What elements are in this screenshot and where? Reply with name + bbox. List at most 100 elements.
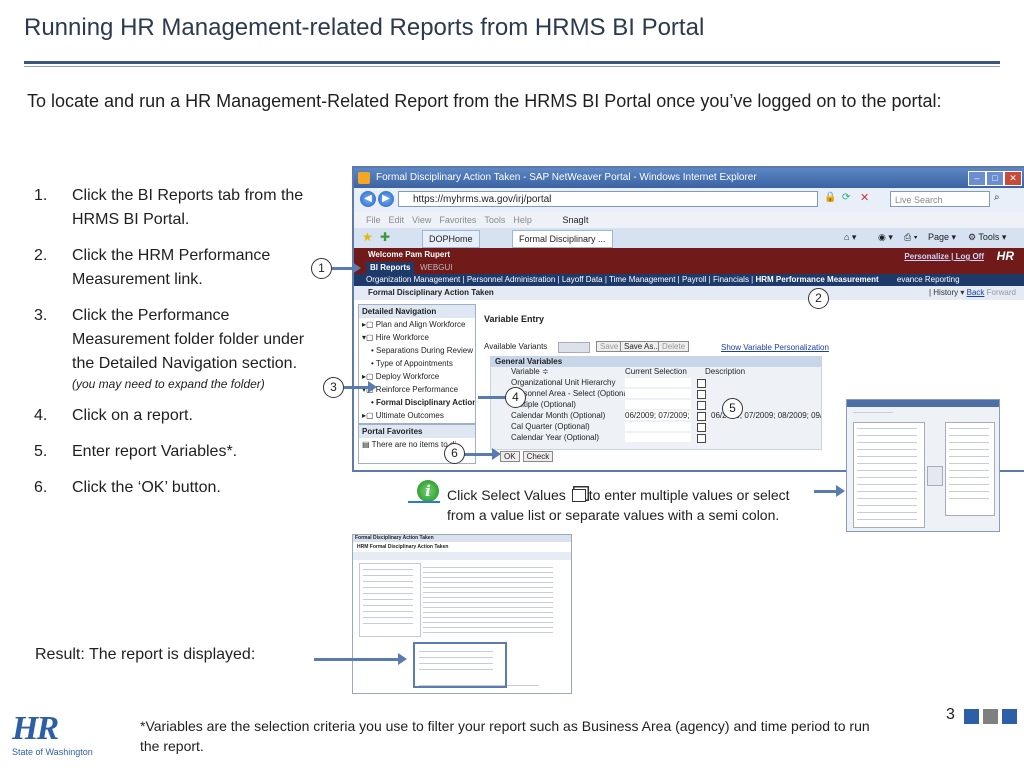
step-6: 6. Click the ‘OK’ button. (34, 479, 221, 496)
tab-bi-reports[interactable]: BI Reports (366, 262, 415, 274)
placeholder-line (949, 442, 989, 443)
maximize-icon[interactable]: □ (986, 171, 1004, 186)
step-5: 5. Enter report Variables*. (34, 443, 238, 460)
tab-hrm-performance[interactable]: HRM Performance Measurement (755, 275, 878, 284)
placeholder-line (857, 498, 917, 499)
stop-icon[interactable]: ✕ (860, 191, 869, 204)
menu-favorites[interactable]: Favorites (439, 215, 476, 225)
tools-menu[interactable]: ⚙ Tools ▾ (968, 232, 1006, 243)
portal-hr-logo: HR (996, 249, 1014, 263)
tab-dophome[interactable]: DOPHome (422, 230, 480, 248)
selection-field[interactable] (625, 389, 691, 398)
nav-formal-disciplinary[interactable]: • Formal Disciplinary Action T (359, 396, 475, 409)
live-search-input[interactable]: Live Search (890, 191, 990, 207)
placeholder-line (423, 617, 553, 618)
selected-values-list[interactable] (945, 422, 995, 516)
callout-4: 4 (505, 387, 526, 408)
select-values-icon[interactable] (697, 401, 706, 410)
tab-personnel-admin[interactable]: Personnel Administration (467, 275, 556, 284)
move-buttons[interactable] (927, 466, 943, 486)
home-icon[interactable]: ⌂ ▾ (844, 232, 856, 243)
placeholder-line (363, 605, 413, 606)
arrow-result (314, 658, 400, 661)
placeholder-line (423, 632, 553, 633)
search-icon[interactable]: ⌕ (994, 192, 1000, 203)
selection-field[interactable] (625, 422, 691, 431)
select-values-icon[interactable] (697, 379, 706, 388)
page-number: 3 (946, 706, 955, 723)
tab-layoff-data[interactable]: Layoff Data (562, 275, 603, 284)
variants-select[interactable] (558, 342, 590, 353)
back-link[interactable]: Back (967, 288, 985, 297)
select-values-icon[interactable] (697, 423, 706, 432)
delete-button[interactable]: Delete (658, 341, 690, 352)
tab-webgui[interactable]: WEBGUI (416, 262, 456, 274)
check-button[interactable]: Check (522, 451, 554, 462)
menu-file[interactable]: File (366, 215, 381, 225)
placeholder-line (857, 449, 917, 450)
menu-help[interactable]: Help (513, 215, 532, 225)
tab-payroll[interactable]: Payroll (682, 275, 706, 284)
url-field[interactable]: https://myhrms.wa.gov/irj/portal (398, 191, 818, 207)
favorites-star-icon[interactable]: ★ (362, 230, 373, 244)
tab-formal-disciplinary[interactable]: Formal Disciplinary ... (512, 230, 613, 248)
lock-icon: 🔒 (824, 192, 837, 203)
placeholder-line (423, 582, 553, 583)
ok-button[interactable]: OK (500, 451, 520, 462)
placeholder-line (423, 597, 553, 598)
nav-type-appointments[interactable]: • Type of Appointments (359, 357, 475, 370)
title-rule (24, 61, 1000, 64)
placeholder-line (857, 491, 917, 492)
variable-entry-heading: Variable Entry (484, 314, 545, 324)
placeholder-line (949, 428, 989, 429)
portal-sub-tabs: Organization Management | Personnel Admi… (354, 274, 1024, 286)
refresh-icon[interactable]: ⟳ (842, 192, 850, 203)
table-row: Multiple (Optional) (491, 400, 821, 410)
nav-ultimate-outcomes[interactable]: ▸▢ Ultimate Outcomes (359, 409, 475, 422)
close-icon[interactable]: ✕ (1004, 171, 1022, 186)
select-values-icon[interactable] (697, 434, 706, 443)
show-personalization-link[interactable]: Show Variable Personalization (721, 343, 829, 352)
placeholder-line (949, 456, 989, 457)
info-underline (408, 501, 440, 503)
placeholder-line (857, 477, 917, 478)
menu-tools[interactable]: Tools (484, 215, 505, 225)
history-link[interactable]: History (933, 288, 958, 297)
nav-plan-align[interactable]: ▸▢ Plan and Align Workforce (359, 318, 475, 331)
placeholder-line (363, 587, 413, 588)
tab-relevance-reporting[interactable]: evance Reporting (897, 275, 960, 284)
save-button[interactable]: Save (596, 341, 623, 352)
add-favorites-icon[interactable]: ✚ (380, 230, 390, 244)
decor-square (964, 709, 979, 724)
tab-financials[interactable]: Financials (713, 275, 749, 284)
logoff-link[interactable]: Log Off (956, 252, 984, 261)
placeholder-line (423, 567, 553, 568)
selection-field[interactable] (625, 378, 691, 387)
page-menu[interactable]: Page ▾ (928, 232, 956, 243)
arrow-popup (814, 490, 838, 493)
nav-hire-workforce[interactable]: ▾▢ Hire Workforce (359, 331, 475, 344)
placeholder-line (423, 607, 553, 608)
tab-time-management[interactable]: Time Management (609, 275, 675, 284)
select-values-icon (571, 489, 586, 502)
feeds-icon[interactable]: ◉ ▾ (878, 232, 893, 243)
select-values-icon[interactable] (697, 412, 706, 421)
snagit-button[interactable]: SnagIt (562, 215, 588, 225)
back-arrow-icon[interactable]: ◀ (360, 191, 376, 207)
tab-org-management[interactable]: Organization Management (354, 275, 460, 284)
menu-view[interactable]: View (412, 215, 431, 225)
placeholder-line (857, 505, 917, 506)
selection-field[interactable]: 06/2009; 07/2009; 0 (625, 411, 691, 420)
forward-link[interactable]: Forward (987, 288, 1016, 297)
select-values-icon[interactable] (697, 390, 706, 399)
minimize-icon[interactable]: – (968, 171, 986, 186)
step-3-note: (you may need to expand the folder) (72, 377, 265, 391)
forward-arrow-icon[interactable]: ▶ (378, 191, 394, 207)
print-icon[interactable]: ⎙ ▾ (904, 232, 917, 243)
selection-field[interactable] (625, 400, 691, 409)
table-row: Personnel Area - Select (Optional) (491, 389, 821, 399)
welcome-bar: Welcome Pam Rupert Personalize | Log Off… (354, 248, 1024, 263)
nav-separations[interactable]: • Separations During Review Pe (359, 344, 475, 357)
menu-edit[interactable]: Edit (389, 215, 405, 225)
selection-field[interactable] (625, 433, 691, 442)
